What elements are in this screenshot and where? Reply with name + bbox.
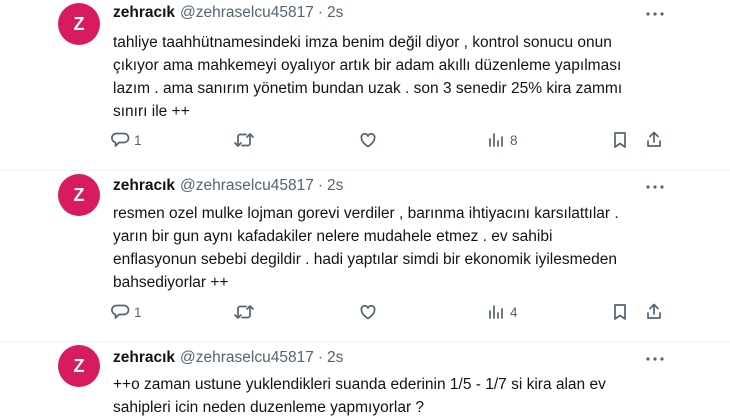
more-options-button[interactable] bbox=[640, 349, 670, 369]
tweet[interactable]: Z zehracık @zehraselcu45817 · 2s resmen … bbox=[0, 171, 730, 341]
display-name[interactable]: zehracık bbox=[113, 177, 175, 195]
timestamp[interactable]: 2s bbox=[327, 349, 343, 367]
more-horizontal-icon bbox=[646, 357, 664, 361]
views-icon bbox=[489, 305, 503, 319]
display-name[interactable]: zehracık bbox=[113, 4, 175, 22]
timestamp[interactable]: 2s bbox=[327, 4, 343, 22]
tweet[interactable]: Z zehracık @zehraselcu45817 · 2s ++o zam… bbox=[0, 342, 730, 420]
separator-dot: · bbox=[317, 4, 324, 21]
more-options-button[interactable] bbox=[640, 177, 670, 197]
user-handle[interactable]: @zehraselcu45817 bbox=[180, 349, 314, 367]
tweet-text: tahliye taahhütnamesindeki imza benim de… bbox=[113, 34, 623, 120]
tweet-actions: 1 4 bbox=[105, 300, 665, 324]
views-count: 8 bbox=[510, 132, 518, 148]
views-count: 4 bbox=[510, 304, 518, 320]
share-icon bbox=[647, 131, 661, 147]
avatar[interactable]: Z bbox=[58, 345, 100, 387]
retweet-icon bbox=[234, 305, 254, 319]
share-button[interactable] bbox=[644, 128, 664, 152]
reply-icon bbox=[111, 132, 130, 147]
separator-dot: · bbox=[317, 349, 324, 366]
reply-button[interactable]: 1 bbox=[110, 128, 142, 152]
tweet-text: resmen ozel mulke lojman gorevi verdiler… bbox=[113, 205, 619, 291]
tweet[interactable]: Z zehracık @zehraselcu45817 · 2s tahliye… bbox=[0, 0, 730, 170]
more-horizontal-icon bbox=[646, 12, 664, 16]
views-icon bbox=[489, 133, 503, 147]
views-button[interactable]: 8 bbox=[486, 128, 518, 152]
heart-icon bbox=[360, 304, 376, 320]
user-handle[interactable]: @zehraselcu45817 bbox=[180, 4, 314, 22]
separator-dot: · bbox=[317, 177, 324, 194]
reply-count: 1 bbox=[134, 132, 142, 148]
user-handle[interactable]: @zehraselcu45817 bbox=[180, 177, 314, 195]
retweet-button[interactable] bbox=[233, 128, 259, 152]
reply-button[interactable]: 1 bbox=[110, 300, 142, 324]
tweet-text: ++o zaman ustune yuklendikleri suanda ed… bbox=[113, 376, 606, 416]
tweet-header: zehracık @zehraselcu45817 · 2s bbox=[113, 3, 343, 23]
share-button[interactable] bbox=[644, 300, 664, 324]
heart-icon bbox=[360, 132, 376, 148]
retweet-icon bbox=[234, 133, 254, 147]
bookmark-button[interactable] bbox=[610, 128, 630, 152]
share-icon bbox=[647, 303, 661, 319]
avatar[interactable]: Z bbox=[58, 174, 100, 216]
tweet-header: zehracık @zehraselcu45817 · 2s bbox=[113, 176, 343, 196]
retweet-button[interactable] bbox=[233, 300, 259, 324]
bookmark-icon bbox=[614, 132, 626, 148]
tweet-actions: 1 8 bbox=[105, 128, 665, 152]
like-button[interactable] bbox=[358, 300, 382, 324]
bookmark-icon bbox=[614, 304, 626, 320]
timestamp[interactable]: 2s bbox=[327, 177, 343, 195]
bookmark-button[interactable] bbox=[610, 300, 630, 324]
reply-icon bbox=[111, 304, 130, 319]
more-options-button[interactable] bbox=[640, 4, 670, 24]
display-name[interactable]: zehracık bbox=[113, 349, 175, 367]
tweet-header: zehracık @zehraselcu45817 · 2s bbox=[113, 348, 343, 368]
more-horizontal-icon bbox=[646, 185, 664, 189]
views-button[interactable]: 4 bbox=[486, 300, 518, 324]
reply-count: 1 bbox=[134, 304, 142, 320]
like-button[interactable] bbox=[358, 128, 382, 152]
avatar[interactable]: Z bbox=[58, 3, 100, 45]
